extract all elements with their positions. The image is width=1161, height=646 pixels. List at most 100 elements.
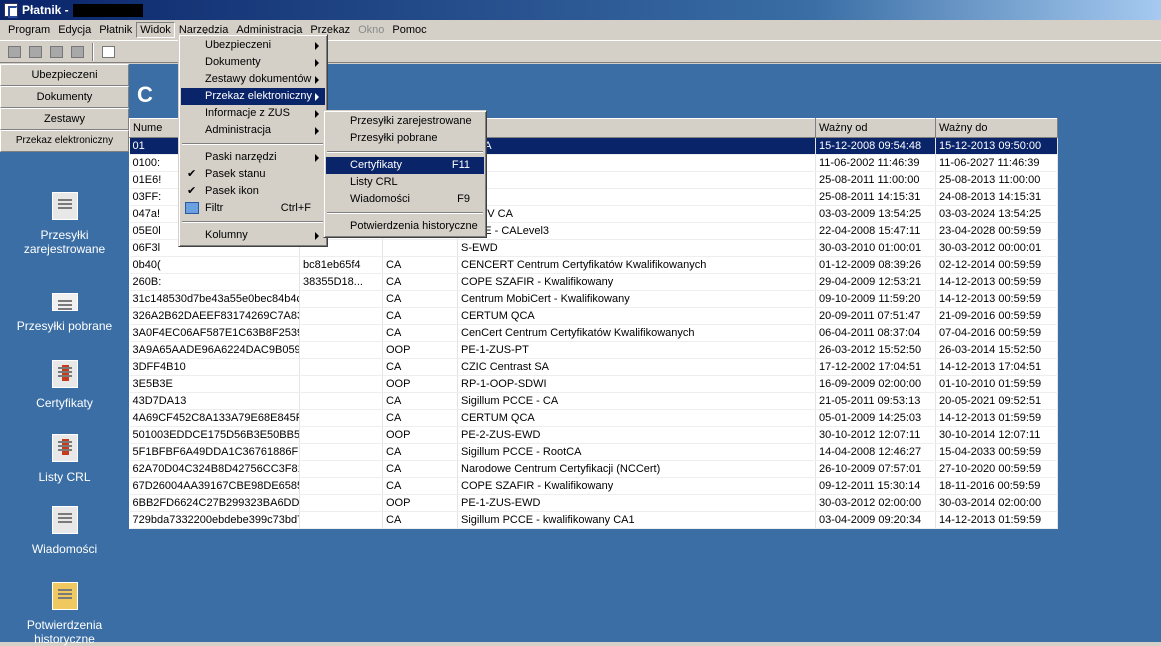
cell-valid-to: 24-08-2013 14:15:31: [935, 188, 1058, 206]
przekaz-item-wiadomości[interactable]: Wiadomości F9: [326, 191, 484, 208]
table-row[interactable]: 3E5B3E OOP RP-1-OOP-SDWI 16-09-2009 02:00:0…: [129, 375, 1058, 393]
cell-number: 31c148530d7be43a55e0bec84b4c7a893a07961c: [129, 290, 300, 308]
widok-item-administracja[interactable]: Administracja: [181, 122, 325, 139]
table-row[interactable]: 67D26004AA39167CBE98DE6585DF8F8F7133... C…: [129, 477, 1058, 495]
cell-valid-to: 14-12-2013 01:59:59: [935, 511, 1058, 529]
table-row[interactable]: 729bda7332200ebdebe399c73bd7ca224429e31d…: [129, 511, 1058, 529]
menu-bar: Program Edycja Płatnik Widok Narzędzia A…: [0, 20, 1161, 41]
column-header-name[interactable]: el: [457, 118, 816, 138]
table-row[interactable]: 62A70D04C324B8D42756CC3F816BF2E832EF... C…: [129, 460, 1058, 478]
widok-item-pasek-stanu[interactable]: ✔ Pasek stanu: [181, 166, 325, 183]
cell-name: CZIC Centrast SA: [457, 358, 816, 376]
checkmark-icon: ✔: [187, 185, 197, 197]
widok-item-paski-narzędzi[interactable]: Paski narzędzi: [181, 149, 325, 166]
nav-ubezpieczeni[interactable]: Ubezpieczeni: [0, 64, 129, 86]
cell-valid-from: 14-04-2008 12:46:27: [815, 443, 936, 461]
table-row[interactable]: 501003EDDCE175D56B3E50BB5C6FB78F OOPPE-2-…: [129, 426, 1058, 444]
cell-valid-to: 20-05-2021 09:52:51: [935, 392, 1058, 410]
cell-type: CA: [382, 324, 458, 342]
cell-valid-from: 16-09-2009 02:00:00: [815, 375, 936, 393]
cell-fingerprint: [299, 477, 383, 495]
cell-type: CA: [382, 273, 458, 291]
sidebar-item-listy-crl[interactable]: Listy CRL: [0, 434, 129, 484]
cell-valid-to: 15-04-2033 00:59:59: [935, 443, 1058, 461]
menu-separator: [182, 143, 324, 145]
nav-przekaz-elektroniczny[interactable]: Przekaz elektroniczny: [0, 130, 129, 152]
przekaz-item-listy-crl[interactable]: Listy CRL: [326, 174, 484, 191]
sidebar-item-wiadomosci[interactable]: Wiadomości: [0, 506, 129, 556]
table-row[interactable]: 3A0F4EC06AF587E1C63B8F2539A69A4C1345... C…: [129, 324, 1058, 342]
sidebar-item-potwierdzenia[interactable]: Potwierdzenia historyczne: [0, 582, 129, 646]
przekaz-item-certyfikaty[interactable]: Certyfikaty F11: [326, 157, 484, 174]
menu-edycja[interactable]: Edycja: [54, 22, 95, 38]
nav-buttons: Ubezpieczeni Dokumenty Zestawy Przekaz e…: [0, 64, 129, 152]
menu-item-shortcut: Ctrl+F: [280, 202, 311, 214]
table-row[interactable]: 31c148530d7be43a55e0bec84b4c7a893a07961c…: [129, 290, 1058, 308]
przekaz-item-przesyłki-zarejestrowane[interactable]: Przesyłki zarejestrowane: [326, 113, 484, 130]
submenu-arrow-icon: [315, 76, 319, 84]
menu-platnik[interactable]: Płatnik: [95, 22, 136, 38]
new-document-icon[interactable]: [98, 43, 118, 61]
envelope-icon: [51, 293, 78, 311]
submenu-arrow-icon: [315, 110, 319, 118]
table-row[interactable]: 6BB2FD6624C27B299323BA6DDA53B68B OOPPE-1-…: [129, 494, 1058, 512]
menu-program[interactable]: Program: [4, 22, 54, 38]
print-icon[interactable]: [4, 43, 24, 61]
menu-item-shortcut: F11: [451, 159, 470, 171]
table-row[interactable]: 5F1BFBF6A49DDA1C36761886FE8412F3333E... C…: [129, 443, 1058, 461]
column-header-valid-to[interactable]: Ważny do: [935, 118, 1058, 138]
cell-valid-to: 15-12-2013 09:50:00: [935, 137, 1058, 155]
menu-widok[interactable]: Widok: [136, 22, 175, 38]
widok-item-informacje-z-zus[interactable]: Informacje z ZUS: [181, 105, 325, 122]
table-row[interactable]: 260B: 38355D18... CA COPE SZAFIR - Kwalifik…: [129, 273, 1058, 291]
cell-valid-to: 25-08-2013 11:00:00: [935, 171, 1058, 189]
cell-type: OOP: [382, 494, 458, 512]
cell-name: Sigillum PCCE - RootCA: [457, 443, 816, 461]
cell-type: CA: [382, 409, 458, 427]
widok-item-pasek-ikon[interactable]: ✔ Pasek ikon: [181, 183, 325, 200]
cell-valid-to: 23-04-2028 00:59:59: [935, 222, 1058, 240]
widok-item-dokumenty[interactable]: Dokumenty: [181, 54, 325, 71]
cell-valid-to: 27-10-2020 00:59:59: [935, 460, 1058, 478]
cell-number: 729bda7332200ebdebe399c73bd7ca224429e31d: [129, 511, 300, 529]
registered-shipments-icon: [51, 192, 78, 220]
table-row[interactable]: 0b40(bc81eb65f4 CA CENCERT Centrum Certyfi…: [129, 256, 1058, 274]
przekaz-item-przesyłki-pobrane[interactable]: Przesyłki pobrane: [326, 130, 484, 147]
cell-valid-to: 14-12-2013 17:04:51: [935, 358, 1058, 376]
nav-zestawy[interactable]: Zestawy: [0, 108, 129, 130]
menu-pomoc[interactable]: Pomoc: [388, 22, 430, 38]
widok-item-przekaz-elektroniczny[interactable]: Przekaz elektroniczny: [181, 88, 325, 105]
cell-valid-to: 11-06-2027 11:46:39: [935, 154, 1058, 172]
przekaz-item-potwierdzenia-historyczne[interactable]: Potwierdzenia historyczne: [326, 218, 484, 235]
cell-type: CA: [382, 358, 458, 376]
cell-valid-from: 01-12-2009 08:39:26: [815, 256, 936, 274]
cell-name: COPE SZAFIR - Kwalifikowany: [457, 477, 816, 495]
column-header-valid-from[interactable]: Ważny od: [815, 118, 936, 138]
preview-icon[interactable]: [25, 43, 45, 61]
table-row[interactable]: 326A2B62DAEEF83174269C7A832A64B0818B... C…: [129, 307, 1058, 325]
widok-item-kolumny[interactable]: Kolumny: [181, 227, 325, 244]
cell-valid-from: 03-03-2009 13:54:25: [815, 205, 936, 223]
cell-name: evel IV CA: [457, 205, 816, 223]
table-row[interactable]: 43D7DA13 CA Sigillum PCCE - CA 21-05-2011 0…: [129, 392, 1058, 410]
checkmark-icon: ✔: [187, 168, 197, 180]
table-row[interactable]: 3A9A65AADE96A6224DAC9B0597B92387 OOPPE-1-…: [129, 341, 1058, 359]
widok-dropdown-menu: Ubezpieczeni Dokumenty Zestawy dokumentów P…: [178, 34, 328, 247]
cell-number: 3A9A65AADE96A6224DAC9B0597B92387: [129, 341, 300, 359]
sidebar-item-przesylki-zarejestrowane[interactable]: Przesyłki zarejestrowane: [0, 192, 129, 256]
sidebar-item-przesylki-pobrane[interactable]: Przesyłki pobrane: [0, 288, 129, 333]
send-icon[interactable]: [67, 43, 87, 61]
widok-item-ubezpieczeni[interactable]: Ubezpieczeni: [181, 37, 325, 54]
sidebar-item-certyfikaty[interactable]: Certyfikaty: [0, 360, 129, 410]
table-row[interactable]: 3DFF4B10 CA CZIC Centrast SA 17-12-2002 17:…: [129, 358, 1058, 376]
widok-item-filtr[interactable]: Filtr Ctrl+F: [181, 200, 325, 217]
menu-item-label: Pasek ikon: [205, 185, 259, 197]
sidebar: Przesyłki zarejestrowane Przesyłki pobra…: [0, 152, 129, 646]
cell-fingerprint: [299, 341, 383, 359]
user-icon[interactable]: [46, 43, 66, 61]
menu-item-label: Zestawy dokumentów: [205, 73, 312, 85]
table-row[interactable]: 4A69CF452C8A133A79E68E845FE11688F6D9... C…: [129, 409, 1058, 427]
widok-item-zestawy-dokumentów[interactable]: Zestawy dokumentów: [181, 71, 325, 88]
menu-item-label: Przesyłki pobrane: [350, 132, 438, 144]
nav-dokumenty[interactable]: Dokumenty: [0, 86, 129, 108]
